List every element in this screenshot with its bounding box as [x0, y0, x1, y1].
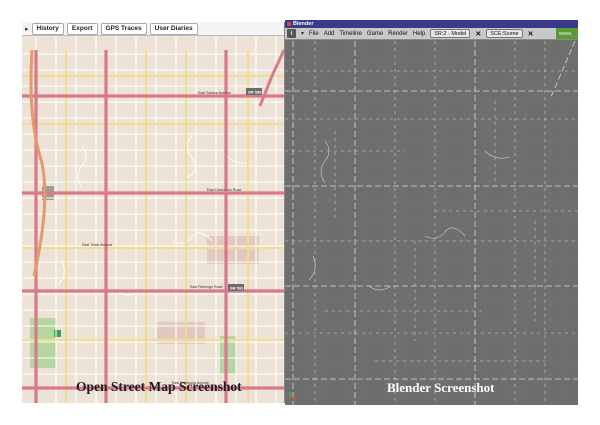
road-label: East Desert Inn Road	[207, 188, 241, 192]
menu-help[interactable]: Help	[413, 31, 425, 37]
road-label: East Flamingo Road	[190, 285, 223, 289]
blender-caption: Blender Screenshot	[387, 380, 495, 395]
osm-screenshot-panel: ▸ History Export GPS Traces User Diaries	[22, 22, 285, 403]
blender-screenshot-panel: Blender i ▾ File Add Timeline Game Rende…	[285, 20, 578, 405]
road-label: East Twain Avenue	[82, 243, 112, 247]
osm-caption: Open Street Map Screenshot	[76, 379, 242, 394]
blender-3d-viewport[interactable]	[285, 41, 578, 405]
tab-user-diaries[interactable]: User Diaries	[149, 22, 198, 35]
collapse-menu-icon[interactable]: ▾	[301, 30, 304, 37]
pool-area	[54, 330, 61, 337]
menu-file[interactable]: File	[309, 31, 319, 37]
blender-menu-bar: i ▾ File Add Timeline Game Render Help S…	[285, 28, 578, 40]
menu-render[interactable]: Render	[388, 31, 408, 37]
scene-selector[interactable]: SCE:Scene	[486, 29, 523, 38]
www-label: www.	[556, 28, 578, 39]
info-window-icon[interactable]: i	[287, 29, 296, 38]
menu-add[interactable]: Add	[324, 31, 335, 37]
tab-history[interactable]: History	[31, 22, 64, 35]
route-shield-label: SR 592	[230, 286, 244, 291]
dropdown-caret-icon[interactable]: ▸	[25, 25, 29, 33]
road-label: East Sahara Avenue	[198, 91, 231, 95]
map-land	[22, 36, 284, 403]
blender-title-bar: Blender	[285, 20, 578, 28]
menu-game[interactable]: Game	[367, 31, 383, 37]
window-title: Blender	[293, 21, 314, 27]
osm-map-canvas[interactable]: East Sahara Avenue East Desert Inn Road …	[22, 36, 285, 403]
menu-timeline[interactable]: Timeline	[339, 31, 361, 37]
viewport-background	[285, 41, 578, 405]
building-block	[207, 236, 259, 264]
osm-tab-bar: ▸ History Export GPS Traces User Diaries	[22, 22, 284, 36]
axis-gizmo-icon	[289, 392, 296, 399]
tab-gps-traces[interactable]: GPS Traces	[100, 22, 147, 35]
close-screen-icon[interactable]: ✕	[475, 30, 481, 38]
screen-selector[interactable]: SR:2 - Model	[430, 29, 471, 38]
tab-export[interactable]: Export	[66, 22, 98, 35]
close-scene-icon[interactable]: ✕	[528, 30, 534, 38]
blender-logo-icon	[287, 22, 291, 26]
route-shield-label: SR 589	[248, 90, 262, 95]
